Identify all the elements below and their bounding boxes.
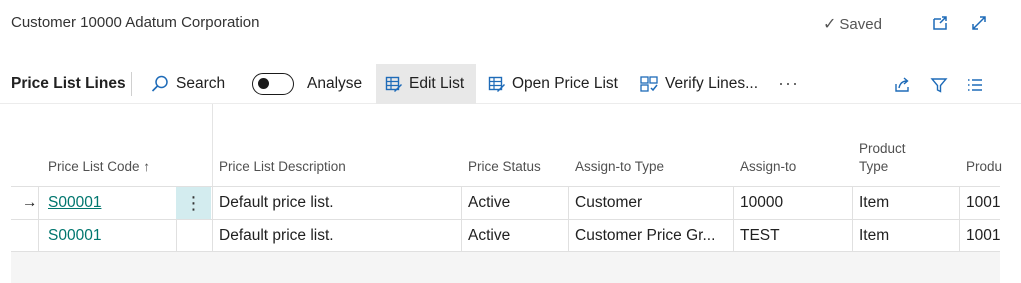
page-title: Customer 10000 Adatum Corporation — [11, 14, 260, 31]
checkmark-icon: ✓ — [823, 16, 837, 33]
open-price-list-label: Open Price List — [512, 74, 618, 92]
product-type-cell[interactable]: Item — [859, 187, 959, 219]
assign-to-type-cell[interactable]: Customer Price Gr... — [575, 220, 731, 252]
action-bar: Price List Lines Search Analyse Edit Lis… — [0, 63, 1021, 104]
saved-label: Saved — [839, 15, 882, 33]
price-list-code-link[interactable]: S00001 — [48, 220, 168, 252]
price-list-code-link[interactable]: S00001 — [48, 187, 168, 219]
grid-footer — [11, 252, 1000, 283]
open-price-list-button[interactable]: Open Price List — [488, 64, 618, 104]
open-new-window-icon[interactable] — [929, 12, 951, 34]
search-label: Search — [176, 74, 226, 92]
search-icon — [150, 74, 170, 94]
row-indicator: → — [22, 194, 38, 211]
filter-icon[interactable] — [928, 74, 950, 96]
action-bar-divider — [131, 72, 132, 96]
price-list-lines-title: Price List Lines — [11, 74, 126, 92]
assign-to-type-cell[interactable]: Customer — [575, 187, 735, 219]
column-divider — [212, 104, 213, 186]
price-list-description-cell[interactable]: Default price list. — [219, 220, 459, 252]
expand-icon[interactable] — [968, 12, 990, 34]
table-row[interactable]: → S00001 ⋮ Default price list. Active Cu… — [11, 186, 1000, 219]
saved-status: ✓ Saved — [823, 14, 882, 34]
product-no-cell[interactable]: 1001 — [966, 220, 1000, 252]
header-price-list-code[interactable]: Price List Code ↑ — [48, 158, 150, 176]
header-price-list-description[interactable]: Price List Description — [219, 158, 346, 176]
table-row[interactable]: S00001 Default price list. Active Custom… — [11, 219, 1000, 252]
verify-lines-label: Verify Lines... — [665, 74, 759, 92]
product-type-cell[interactable]: Item — [859, 220, 959, 252]
price-status-cell[interactable]: Active — [468, 187, 568, 219]
price-list-description-cell[interactable]: Default price list. — [219, 187, 459, 219]
header-product-type[interactable]: Product Type — [859, 140, 906, 176]
title-bar: Customer 10000 Adatum Corporation ✓ Save… — [0, 0, 1021, 46]
search-button[interactable]: Search — [150, 64, 225, 104]
header-price-status[interactable]: Price Status — [468, 158, 541, 176]
edit-list-label: Edit List — [409, 74, 465, 92]
header-assign-to-type[interactable]: Assign-to Type — [575, 158, 664, 176]
edit-list-button[interactable]: Edit List — [376, 63, 476, 104]
product-no-cell[interactable]: 1001 — [966, 187, 1000, 219]
assign-to-cell[interactable]: 10000 — [740, 187, 850, 219]
header-product-type-line1: Product — [859, 141, 906, 156]
open-price-list-icon — [488, 75, 506, 93]
row-actions-button[interactable]: ⋮ — [176, 187, 211, 219]
more-actions-button[interactable]: ··· — [778, 64, 799, 104]
analyse-label: Analyse — [307, 74, 363, 92]
row-indicator — [22, 220, 42, 252]
verify-lines-button[interactable]: Verify Lines... — [640, 64, 758, 104]
verify-lines-icon — [640, 75, 660, 93]
assign-to-cell[interactable]: TEST — [740, 220, 850, 252]
edit-list-icon — [385, 75, 403, 93]
header-product-type-line2: Type — [859, 159, 889, 174]
list-view-icon[interactable] — [964, 74, 986, 96]
price-status-cell[interactable]: Active — [468, 220, 568, 252]
header-product-no[interactable]: Produ — [966, 158, 1002, 176]
analyse-toggle[interactable] — [252, 64, 294, 104]
share-icon[interactable] — [891, 74, 913, 96]
header-assign-to[interactable]: Assign-to — [740, 158, 796, 176]
